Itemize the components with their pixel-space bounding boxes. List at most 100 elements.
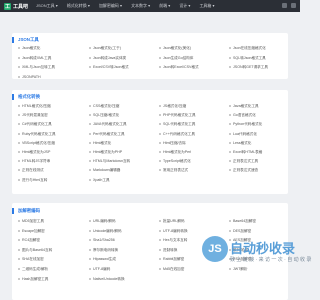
tool-link[interactable]: 摩尔斯电码转换 <box>89 248 118 253</box>
tool-link[interactable]: SHA在线加密 <box>18 257 44 262</box>
tool-link[interactable]: XML与Json互转工具 <box>18 65 55 70</box>
tool-link-label: JSONPATH <box>22 74 41 79</box>
tool-link-label: SQL压缩/格式化 <box>93 113 120 118</box>
nav-item-design[interactable]: 设计 ▾ <box>179 3 190 9</box>
tool-link[interactable]: 进制转换 <box>159 248 177 253</box>
tool-link[interactable]: DES加解密 <box>229 229 251 234</box>
bullet-icon <box>159 56 161 59</box>
nav-item-format[interactable]: 格式化转换 ▾ <box>67 3 90 9</box>
tool-link[interactable]: Hash加解密工具 <box>18 277 48 282</box>
tool-link[interactable]: SQL代码格式化工具 <box>159 122 195 127</box>
bullet-icon <box>18 123 20 126</box>
tool-link[interactable]: 正则表达式速查 <box>229 168 258 173</box>
tool-link[interactable]: Lua代码格式化 <box>229 132 257 137</box>
tool-link[interactable]: Native/Unicode转换 <box>89 277 125 282</box>
tool-link[interactable]: Less格式化 <box>229 141 251 146</box>
tool-link[interactable]: RC4加解密 <box>18 238 40 243</box>
tool-link[interactable]: JS代码混淆加密 <box>18 113 48 118</box>
search-icon[interactable] <box>282 3 287 8</box>
tool-link[interactable]: Unicode编码/解码 <box>89 229 122 234</box>
tool-link[interactable]: Json格式化(工于) <box>89 46 121 51</box>
tool-link[interactable]: 二维码生成/解析 <box>18 267 48 272</box>
tool-link[interactable]: Go语言格式化 <box>229 113 256 118</box>
bullet-icon <box>159 258 161 261</box>
tool-link[interactable]: Html格式化为Perl <box>159 150 191 155</box>
tool-link[interactable]: Python代码格式化 <box>229 122 262 127</box>
tool-link-label: RC4加解密 <box>22 238 40 243</box>
tool-link[interactable]: Htpasswd生成 <box>89 257 116 262</box>
tool-link[interactable]: Json在线压缩格式化 <box>229 46 266 51</box>
tool-link[interactable]: HTML与Markdown互转 <box>89 159 130 164</box>
tool-link[interactable]: 常用正则表达式 <box>159 168 188 173</box>
tool-link[interactable]: Md5在线加密 <box>159 267 184 272</box>
tool-link[interactable]: C++代码格式化工具 <box>159 132 195 137</box>
section-accent-bar <box>12 208 14 214</box>
bullet-icon <box>18 169 20 172</box>
tool-link[interactable]: Base64加解密 <box>229 219 256 224</box>
tool-link-label: 摩尔斯电码转换 <box>93 247 119 252</box>
tool-link[interactable]: CSS格式化/压缩 <box>89 104 119 109</box>
tool-link[interactable]: UTF-8编码 <box>89 267 110 272</box>
tool-link[interactable]: Xpath工具 <box>89 178 110 183</box>
tool-link[interactable]: 正则表达式工具 <box>229 159 258 164</box>
tool-link[interactable]: UTF-8编码转换 <box>159 229 188 234</box>
tool-link[interactable]: JSONPATH <box>18 75 41 79</box>
tool-link[interactable]: JS格式化/压缩 <box>159 104 186 109</box>
tool-link-label: Go语言格式化 <box>233 113 256 118</box>
tool-link-label: Base64加解密 <box>233 219 256 223</box>
bullet-icon <box>229 220 231 223</box>
tool-link[interactable]: 进行与Html互转 <box>18 178 47 183</box>
tool-link[interactable]: Json转成XML工具 <box>18 56 51 61</box>
tool-link[interactable]: Hex与文本互转 <box>159 238 187 243</box>
section-format-tools: 格式化转换 HTML格式化/压缩 CSS格式化/压缩 JS格式化/压缩 Java格式化… <box>12 90 288 194</box>
tool-link[interactable]: Json转成Java实体类 <box>89 56 126 61</box>
tool-link[interactable]: SQL转Json格式工具 <box>229 56 266 61</box>
tool-link[interactable]: Json转Excel/CSV格式 <box>159 65 199 70</box>
tool-link[interactable]: SQL压缩/格式化 <box>89 113 119 118</box>
bullet-icon <box>159 47 161 50</box>
bullet-icon <box>159 248 161 251</box>
nav-item-json[interactable]: JSON工具 ▾ <box>36 3 58 9</box>
bullet-icon <box>18 114 20 117</box>
tool-link[interactable]: Json格式化 <box>18 46 40 51</box>
user-icon[interactable] <box>291 3 296 8</box>
nav-item-text[interactable]: 文本数字 ▾ <box>131 3 150 9</box>
site-logo[interactable]: 工 工具吧 <box>4 2 28 10</box>
tool-link[interactable]: Excel/CSV转Json格式 <box>89 65 129 70</box>
bullet-icon <box>159 169 161 172</box>
tool-link[interactable]: MD5加密工具 <box>18 219 44 224</box>
tool-link[interactable]: 正则在线测试 <box>18 168 44 173</box>
tool-link[interactable]: TypeScript格式化 <box>159 159 191 164</box>
tool-link[interactable]: Html格式化 <box>89 141 111 146</box>
nav-item-toolbox[interactable]: 工具箱 ▾ <box>199 3 214 9</box>
tool-link[interactable]: Perl代码格式化工具 <box>89 132 125 137</box>
tool-link[interactable]: VBScript格式化/压缩 <box>18 141 55 146</box>
tool-link[interactable]: Markdown编辑器 <box>89 168 120 173</box>
bullet-icon <box>159 151 161 154</box>
tool-link[interactable]: PHP代码格式化工具 <box>159 113 196 118</box>
tool-link[interactable]: JSON转GET请求工具 <box>229 65 268 70</box>
nav-item-encode[interactable]: 加解密编码 ▾ <box>99 3 122 9</box>
tool-link-label: Htpasswd生成 <box>93 257 116 262</box>
tool-link[interactable]: JAVA代码格式化工具 <box>89 122 127 127</box>
tool-link[interactable]: C#代码格式化工具 <box>18 122 52 127</box>
nav-item-frontend[interactable]: 前端 ▾ <box>159 3 170 9</box>
tool-link[interactable]: Html格式化为PHP <box>89 150 122 155</box>
tool-link[interactable]: Java格式化工具 <box>229 104 259 109</box>
tool-link[interactable]: Sha1/Sha256 <box>89 238 115 242</box>
tool-link[interactable]: Ruby代码格式化工具 <box>18 132 56 137</box>
tool-link[interactable]: Html压缩/去除 <box>159 141 186 146</box>
bullet-icon <box>18 178 20 181</box>
tool-link[interactable]: HTML转JS字符串 <box>18 159 50 164</box>
tool-link[interactable]: 图片与Base64互转 <box>18 248 52 253</box>
tool-link[interactable]: 批量URL解码 <box>159 219 185 224</box>
bullet-icon <box>229 105 231 108</box>
tool-link[interactable]: Rabbit加解密 <box>159 257 184 262</box>
tool-link[interactable]: Json格式化(美化) <box>159 46 191 51</box>
tool-link[interactable]: URL编码/解码 <box>89 219 116 224</box>
tool-link[interactable]: HTML格式化/压缩 <box>18 104 51 109</box>
tool-link[interactable]: Escape加解密 <box>18 229 45 234</box>
tool-link[interactable]: Excel转HTML表格 <box>229 150 262 155</box>
tool-link[interactable]: Html格式化为JSP <box>18 150 50 155</box>
tool-link[interactable]: Json生成Go结构体 <box>159 56 193 61</box>
